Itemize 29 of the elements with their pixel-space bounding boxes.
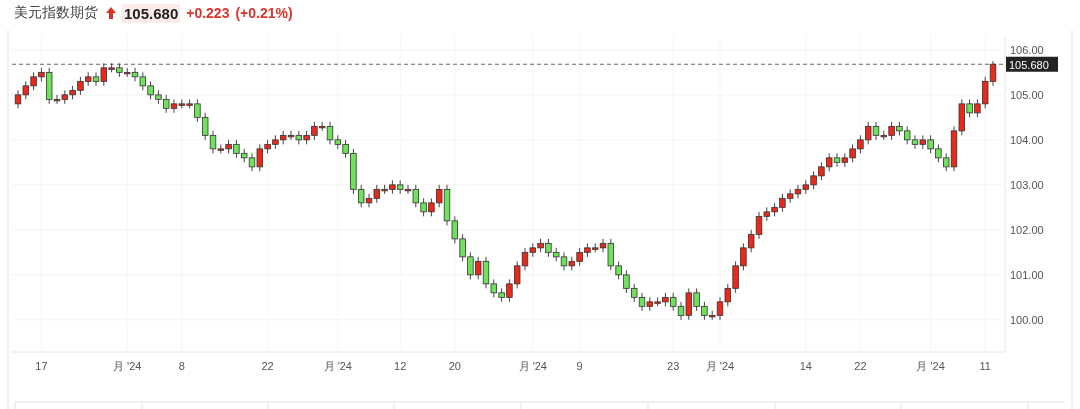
x-axis-label: 月 '24 bbox=[518, 360, 547, 372]
x-axis-label: 23 bbox=[667, 360, 680, 372]
last-price: 105.680 bbox=[122, 3, 181, 23]
x-axis-label: 17 bbox=[35, 360, 48, 372]
y-axis-label: 103.00 bbox=[1010, 178, 1044, 191]
x-axis-label: 11 bbox=[979, 360, 991, 372]
x-axis-label: 月 '24 bbox=[916, 360, 945, 372]
y-axis-label: 104.00 bbox=[1010, 133, 1044, 146]
price-change: +0.223 bbox=[186, 5, 230, 21]
price-change-percent: (+0.21%) bbox=[235, 5, 293, 21]
y-axis-label: 100.00 bbox=[1010, 313, 1044, 326]
last-price-tag: 105.680 bbox=[1006, 56, 1058, 72]
y-axis-label: 102.00 bbox=[1010, 223, 1044, 236]
x-axis-label: 22 bbox=[261, 360, 274, 372]
y-axis-label: 105.00 bbox=[1010, 88, 1044, 101]
x-axis-label: 9 bbox=[576, 360, 583, 372]
x-axis-label: 22 bbox=[854, 360, 867, 372]
y-axis-label: 106.00 bbox=[1010, 43, 1044, 56]
ref-line-label: 105.680 bbox=[1009, 58, 1049, 71]
x-axis-label: 月 '24 bbox=[323, 360, 352, 372]
y-axis-label: 101.00 bbox=[1010, 268, 1044, 281]
instrument-title: 美元指数期货 bbox=[14, 4, 98, 22]
x-axis-label: 20 bbox=[448, 360, 461, 372]
x-axis-label: 月 '24 bbox=[113, 360, 142, 372]
x-axis-label: 12 bbox=[394, 360, 407, 372]
price-arrow-icon bbox=[106, 7, 116, 19]
x-axis-label: 月 '24 bbox=[705, 360, 735, 372]
x-axis-label: 14 bbox=[799, 360, 812, 372]
x-axis-label: 8 bbox=[178, 360, 185, 372]
